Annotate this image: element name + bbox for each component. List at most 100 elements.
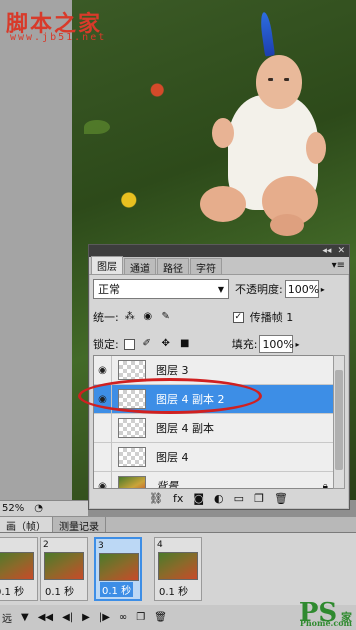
layer-list: ◉ 图层 3 ◉ 图层 4 副本 2 图层 4 副本 图层 4 ◉ 背景 🔒︎: [93, 355, 337, 489]
frame-delay[interactable]: 0.1 秒: [159, 583, 188, 598]
chevron-down-icon[interactable]: ▼: [21, 612, 29, 623]
status-info-icon[interactable]: ◔: [34, 503, 43, 514]
layer-thumbnail: [118, 447, 146, 467]
site-logo: PS 家 Phome.com: [299, 598, 352, 628]
new-layer-icon[interactable]: ❐: [254, 492, 264, 505]
tab-layers[interactable]: 图层: [91, 256, 123, 274]
layer-thumbnail: [118, 360, 146, 380]
lock-all-icon[interactable]: ■: [178, 337, 192, 351]
frame-thumbnail: [158, 552, 198, 580]
new-group-icon[interactable]: ▭: [234, 492, 244, 505]
add-mask-icon[interactable]: ◙: [193, 492, 204, 505]
leaf-decoration: [84, 120, 110, 134]
collapse-icon[interactable]: ◂◂: [322, 246, 331, 256]
link-layers-icon[interactable]: ⛓: [149, 492, 163, 505]
animation-tabs: 画（帧） 测量记录: [0, 517, 356, 533]
layer-list-scrollbar[interactable]: [333, 355, 345, 489]
tab-channels[interactable]: 通道: [124, 258, 156, 275]
lock-position-icon[interactable]: ✥: [159, 337, 173, 351]
animation-frame[interactable]: 0.1 秒: [0, 537, 38, 601]
eye-icon[interactable]: ◉: [94, 384, 112, 414]
delete-frame-icon[interactable]: 🗑︎: [154, 612, 167, 623]
lock-icon: 🔒︎: [322, 480, 328, 489]
layer-row-selected[interactable]: ◉ 图层 4 副本 2: [94, 384, 336, 414]
new-frame-icon[interactable]: ❐: [136, 612, 145, 623]
layer-row[interactable]: 图层 4 副本: [94, 413, 336, 443]
animation-frame[interactable]: 4 0.1 秒: [154, 537, 202, 601]
layer-name: 图层 4 副本 2: [156, 393, 225, 406]
layer-row[interactable]: ◉ 图层 3: [94, 356, 336, 385]
eye-icon[interactable]: ◉: [94, 471, 112, 488]
opacity-input[interactable]: 100%: [284, 280, 319, 298]
eye-icon[interactable]: ◉: [94, 356, 112, 385]
hidden-eye-slot[interactable]: [94, 442, 112, 472]
animation-frame-selected[interactable]: 3 0.1 秒: [94, 537, 142, 601]
layer-row[interactable]: 图层 4: [94, 442, 336, 472]
animation-frame[interactable]: 2 0.1 秒: [40, 537, 88, 601]
watermark-url: www.jb51.net: [10, 32, 107, 43]
delete-layer-icon[interactable]: 🗑︎: [274, 492, 288, 505]
status-bar: 52% ◔: [0, 500, 88, 516]
play-icon[interactable]: ▶: [82, 612, 90, 623]
panel-tabs: 图层 通道 路径 字符 ▾≡: [89, 256, 349, 275]
layer-thumbnail: [118, 418, 146, 438]
baby-arm: [212, 118, 234, 148]
layer-thumbnail: [118, 389, 146, 409]
frame-thumbnail: [44, 552, 84, 580]
panel-titlebar[interactable]: ◂◂ ✕: [89, 245, 349, 257]
fill-input[interactable]: 100%: [259, 335, 294, 353]
unify-label: 统一:: [93, 311, 119, 324]
adjustment-layer-icon[interactable]: ◐: [214, 492, 224, 505]
lock-row: 锁定: ✐ ✥ ■ 填充: 100% ▸: [89, 331, 349, 357]
baby-foot: [270, 214, 304, 236]
opacity-label: 不透明度:: [235, 283, 283, 296]
fill-label: 填充:: [231, 338, 258, 351]
lock-transparency-icon[interactable]: [123, 338, 135, 350]
unify-row: 统一: ⁂ ◉ ✎ ✓ 传播帧 1: [89, 303, 349, 331]
baby-eye: [268, 78, 274, 81]
frame-delay[interactable]: 0.1 秒: [100, 582, 134, 597]
tween-icon[interactable]: ∞: [119, 612, 127, 623]
lock-image-icon[interactable]: ✐: [140, 337, 154, 351]
zoom-level[interactable]: 52%: [2, 503, 24, 514]
layers-panel: ◂◂ ✕ 图层 通道 路径 字符 ▾≡ 正常 ▼ 不透明度: 100% ▸ 统一…: [88, 244, 350, 510]
frame-number: 2: [43, 540, 49, 550]
baby-eye: [284, 78, 290, 81]
unify-style-icon[interactable]: ✎: [159, 310, 173, 324]
hidden-eye-slot[interactable]: [94, 413, 112, 443]
baby-head: [256, 55, 302, 109]
frame-delay[interactable]: 0.1 秒: [45, 583, 74, 598]
layer-name: 图层 4 副本: [156, 422, 214, 435]
propagate-label: 传播帧 1: [249, 311, 294, 324]
close-icon[interactable]: ✕: [337, 246, 345, 256]
tab-measurement-log[interactable]: 测量记录: [53, 517, 106, 533]
frames-strip: 0.1 秒 2 0.1 秒 3 0.1 秒 4 0.1 秒: [0, 533, 356, 605]
layer-row-background[interactable]: ◉ 背景 🔒︎: [94, 471, 336, 489]
unify-visibility-icon[interactable]: ◉: [141, 310, 155, 324]
unify-position-icon[interactable]: ⁂: [123, 310, 137, 324]
baby-leg: [200, 186, 246, 222]
logo-sub: Phome.com: [299, 618, 352, 628]
tab-character[interactable]: 字符: [190, 258, 222, 275]
frame-number: 3: [98, 541, 104, 551]
tab-paths[interactable]: 路径: [157, 258, 189, 275]
panel-menu-icon[interactable]: ▾≡: [332, 260, 345, 271]
layer-style-icon[interactable]: fx: [173, 492, 183, 505]
prev-frame-icon[interactable]: ◀|: [62, 612, 73, 623]
propagate-checkbox[interactable]: ✓: [232, 311, 244, 323]
first-frame-icon[interactable]: ◀◀: [38, 612, 53, 623]
loop-select[interactable]: 远: [2, 610, 12, 625]
frame-delay[interactable]: 0.1 秒: [0, 583, 24, 598]
layer-thumbnail: [118, 476, 146, 488]
blend-mode-value: 正常: [98, 283, 120, 296]
layer-name: 图层 4: [156, 451, 189, 464]
blend-mode-select[interactable]: 正常 ▼: [93, 279, 229, 299]
frame-thumbnail: [99, 553, 139, 581]
fill-slider-icon[interactable]: ▸: [295, 340, 299, 349]
blend-row: 正常 ▼ 不透明度: 100% ▸: [89, 275, 349, 303]
layer-name: 背景: [156, 480, 178, 489]
opacity-slider-icon[interactable]: ▸: [321, 285, 325, 294]
tab-animation-frames[interactable]: 画（帧）: [0, 517, 53, 533]
scroll-thumb[interactable]: [335, 370, 343, 470]
next-frame-icon[interactable]: |▶: [99, 612, 110, 623]
